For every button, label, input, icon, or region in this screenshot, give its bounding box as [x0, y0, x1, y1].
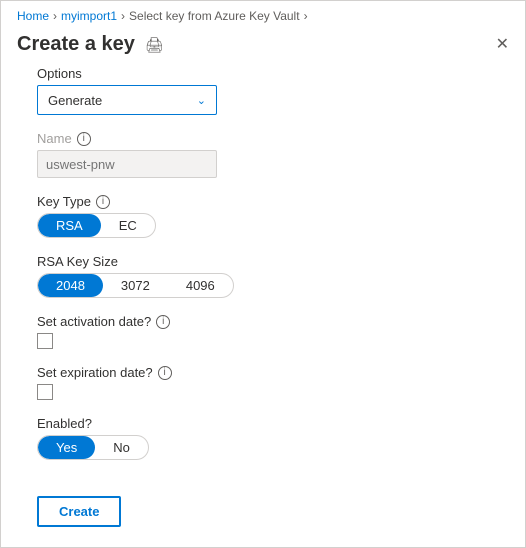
expiration-date-field: Set expiration date? i — [37, 365, 489, 400]
name-info-icon[interactable]: i — [77, 132, 91, 146]
key-type-field: Key Type i RSA EC — [37, 194, 489, 238]
form-content: Options Generate ⌄ Name i Key Type i RSA… — [1, 62, 525, 480]
name-field: Name i — [37, 131, 489, 178]
panel-header: Create a key 🖨 ✕ — [1, 23, 525, 62]
expiration-checkbox-wrapper — [37, 384, 489, 400]
breadcrumb-current: Select key from Azure Key Vault — [129, 9, 300, 23]
activation-date-label: Set activation date? i — [37, 314, 489, 329]
key-type-toggle: RSA EC — [37, 213, 156, 238]
create-key-panel: Home › myimport1 › Select key from Azure… — [0, 0, 526, 548]
expiration-checkbox[interactable] — [37, 384, 53, 400]
close-icon[interactable]: ✕ — [496, 37, 509, 53]
key-size-2048[interactable]: 2048 — [38, 274, 103, 297]
key-size-4096[interactable]: 4096 — [168, 274, 233, 297]
activation-info-icon[interactable]: i — [156, 315, 170, 329]
enabled-no[interactable]: No — [95, 436, 148, 459]
print-icon[interactable]: 🖨 — [145, 36, 164, 54]
key-type-rsa[interactable]: RSA — [38, 214, 101, 237]
rsa-key-size-toggle: 2048 3072 4096 — [37, 273, 234, 298]
panel-footer: Create — [1, 480, 525, 547]
enabled-yes[interactable]: Yes — [38, 436, 95, 459]
rsa-key-size-field: RSA Key Size 2048 3072 4096 — [37, 254, 489, 298]
breadcrumb: Home › myimport1 › Select key from Azure… — [1, 1, 525, 23]
options-value: Generate — [48, 93, 102, 108]
breadcrumb-home[interactable]: Home — [17, 9, 49, 23]
chevron-down-icon: ⌄ — [197, 94, 206, 107]
breadcrumb-myimport1[interactable]: myimport1 — [61, 9, 117, 23]
options-label: Options — [37, 66, 489, 81]
activation-checkbox-wrapper — [37, 333, 489, 349]
expiration-info-icon[interactable]: i — [158, 366, 172, 380]
activation-checkbox[interactable] — [37, 333, 53, 349]
rsa-key-size-label: RSA Key Size — [37, 254, 489, 269]
name-label: Name i — [37, 131, 489, 146]
enabled-toggle: Yes No — [37, 435, 149, 460]
key-type-info-icon[interactable]: i — [96, 195, 110, 209]
enabled-field: Enabled? Yes No — [37, 416, 489, 460]
enabled-label: Enabled? — [37, 416, 489, 431]
create-button[interactable]: Create — [37, 496, 121, 527]
key-size-3072[interactable]: 3072 — [103, 274, 168, 297]
name-input[interactable] — [37, 150, 217, 178]
options-field: Options Generate ⌄ — [37, 66, 489, 115]
key-type-ec[interactable]: EC — [101, 214, 155, 237]
expiration-date-label: Set expiration date? i — [37, 365, 489, 380]
page-title: Create a key — [17, 33, 135, 56]
activation-date-field: Set activation date? i — [37, 314, 489, 349]
title-area: Create a key 🖨 — [17, 33, 164, 56]
key-type-label: Key Type i — [37, 194, 489, 209]
options-dropdown[interactable]: Generate ⌄ — [37, 85, 217, 115]
